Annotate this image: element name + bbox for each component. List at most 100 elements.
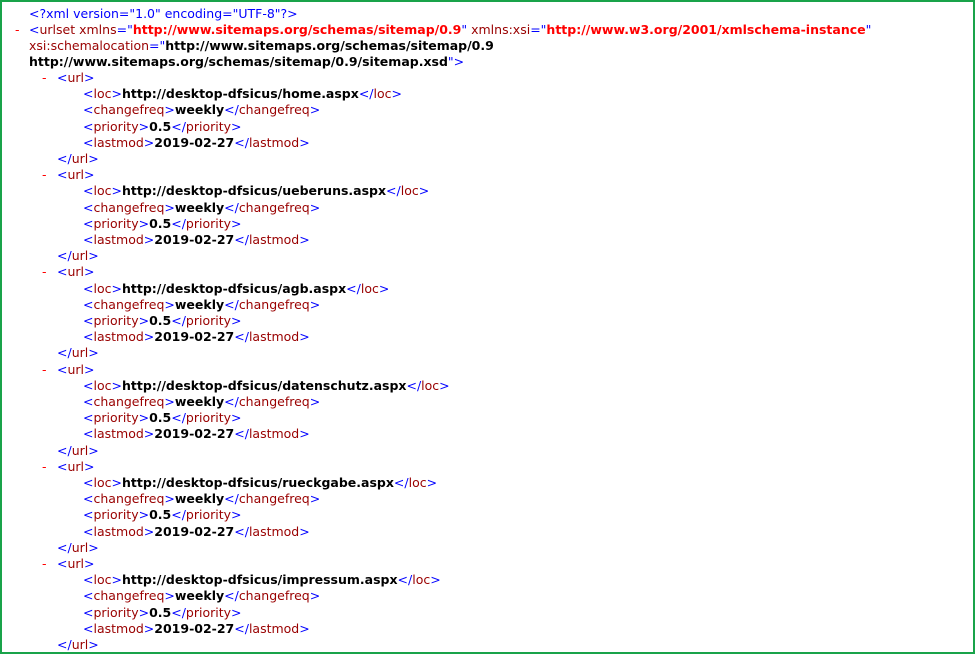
changefreq-end-tag-name: changefreq [238, 588, 310, 603]
url-open-tag-content: <url> [57, 70, 95, 86]
end-open-bracket: </ [224, 297, 239, 312]
end-open-bracket: </ [393, 475, 409, 490]
changefreq-value: weekly [174, 102, 225, 117]
priority-end-tag-name: priority [185, 216, 232, 231]
open-bracket: < [83, 378, 94, 393]
end-open-bracket: </ [171, 216, 186, 231]
url-open-tag-content: <url> [57, 459, 95, 475]
loc-line: <loc>http://desktop-dfsicus/home.aspx</l… [83, 86, 402, 102]
url-close-tag: </url> [57, 345, 99, 361]
loc-end-tag-name: loc [408, 475, 427, 490]
attr-xmlns-name: xmlns [79, 22, 117, 37]
close-bracket: > [164, 394, 175, 409]
url-end-tag-name: url [71, 637, 89, 652]
end-open-bracket: </ [397, 572, 413, 587]
open-bracket: < [83, 329, 94, 344]
close-bracket: > [88, 540, 99, 555]
loc-end-tag-name: loc [400, 183, 419, 198]
close-bracket: > [378, 281, 390, 296]
changefreq-end-tag-name: changefreq [238, 297, 310, 312]
close-bracket: > [111, 281, 122, 296]
loc-value: http://desktop-dfsicus/home.aspx [121, 86, 359, 101]
attr-xmlns-xsi-value: http://www.w3.org/2001/xmlschema-instanc… [546, 22, 866, 37]
loc-end-tag-name: loc [373, 86, 392, 101]
loc-line: <loc>http://desktop-dfsicus/agb.aspx</lo… [83, 281, 389, 297]
url-end-tag-name: url [71, 151, 89, 166]
lastmod-tag-name: lastmod [93, 621, 144, 636]
urlset-open-tag-content: <urlset xmlns="http://www.sitemaps.org/s… [29, 22, 871, 38]
attr-quote: " [865, 22, 872, 37]
priority-tag-name: priority [93, 605, 139, 620]
close-bracket: > [309, 200, 321, 215]
open-bracket: < [57, 459, 68, 474]
open-bracket: < [57, 362, 68, 377]
url-collapse-toggle[interactable]: - [42, 264, 47, 280]
close-bracket: > [138, 119, 150, 134]
loc-value: http://desktop-dfsicus/impressum.aspx [121, 572, 398, 587]
changefreq-line: <changefreq>weekly</changefreq> [83, 297, 320, 313]
open-bracket: < [83, 524, 94, 539]
end-open-bracket: </ [57, 345, 72, 360]
open-bracket: < [83, 135, 94, 150]
priority-value: 0.5 [149, 313, 172, 328]
url-tag-name: url [67, 70, 85, 85]
close-bracket: > [88, 151, 99, 166]
attr-schemalocation-value-line1: http://www.sitemaps.org/schemas/sitemap/… [165, 38, 494, 53]
close-bracket: > [138, 216, 150, 231]
url-tag-name: url [67, 556, 85, 571]
end-open-bracket: </ [57, 540, 72, 555]
close-bracket: > [111, 378, 122, 393]
end-open-bracket: </ [386, 183, 401, 198]
lastmod-line: <lastmod>2019-02-27</lastmod> [83, 329, 310, 345]
changefreq-line: <changefreq>weekly</changefreq> [83, 588, 320, 604]
url-open-tag-content: <url> [57, 362, 95, 378]
priority-tag-name: priority [93, 507, 139, 522]
end-open-bracket: </ [358, 86, 374, 101]
lastmod-line: <lastmod>2019-02-27</lastmod> [83, 135, 310, 151]
url-collapse-toggle[interactable]: - [42, 556, 47, 572]
lastmod-end-tag-name: lastmod [248, 329, 300, 344]
priority-value: 0.5 [149, 410, 172, 425]
loc-value: http://desktop-dfsicus/datenschutz.aspx [121, 378, 407, 393]
close-bracket: > [143, 135, 155, 150]
close-bracket: > [84, 264, 95, 279]
end-open-bracket: </ [57, 151, 72, 166]
changefreq-value: weekly [174, 491, 225, 506]
urlset-collapse-toggle[interactable]: - [15, 22, 20, 38]
close-bracket: > [309, 102, 321, 117]
close-bracket: > [143, 524, 155, 539]
end-open-bracket: </ [234, 524, 249, 539]
lastmod-value: 2019-02-27 [154, 426, 235, 441]
end-open-bracket: </ [57, 443, 72, 458]
priority-tag-name: priority [93, 119, 139, 134]
close-bracket: > [231, 410, 242, 425]
lastmod-line: <lastmod>2019-02-27</lastmod> [83, 524, 310, 540]
close-bracket: > [111, 183, 122, 198]
open-bracket: < [83, 102, 94, 117]
changefreq-value: weekly [174, 394, 225, 409]
attr-equals: =" [116, 22, 133, 37]
url-collapse-toggle[interactable]: - [42, 362, 47, 378]
url-collapse-toggle[interactable]: - [42, 459, 47, 475]
close-bracket: > [84, 556, 95, 571]
close-bracket: > [84, 362, 95, 377]
end-open-bracket: </ [224, 200, 239, 215]
open-bracket: < [83, 426, 94, 441]
url-collapse-toggle[interactable]: - [42, 167, 47, 183]
changefreq-end-tag-name: changefreq [238, 394, 310, 409]
end-open-bracket: </ [406, 378, 422, 393]
close-bracket: > [111, 572, 122, 587]
priority-tag-name: priority [93, 313, 139, 328]
urlset-open-tag-line2: xsi:schemalocation="http://www.sitemaps.… [29, 38, 494, 54]
url-close-tag: </url> [57, 248, 99, 264]
open-bracket: < [83, 491, 94, 506]
priority-line: <priority>0.5</priority> [83, 410, 242, 426]
end-open-bracket: </ [171, 410, 186, 425]
priority-value: 0.5 [149, 507, 172, 522]
end-open-bracket: </ [171, 313, 186, 328]
attr-quote: " [461, 22, 468, 37]
url-collapse-toggle[interactable]: - [42, 70, 47, 86]
lastmod-tag-name: lastmod [93, 135, 144, 150]
priority-line: <priority>0.5</priority> [83, 216, 242, 232]
priority-value: 0.5 [149, 119, 172, 134]
